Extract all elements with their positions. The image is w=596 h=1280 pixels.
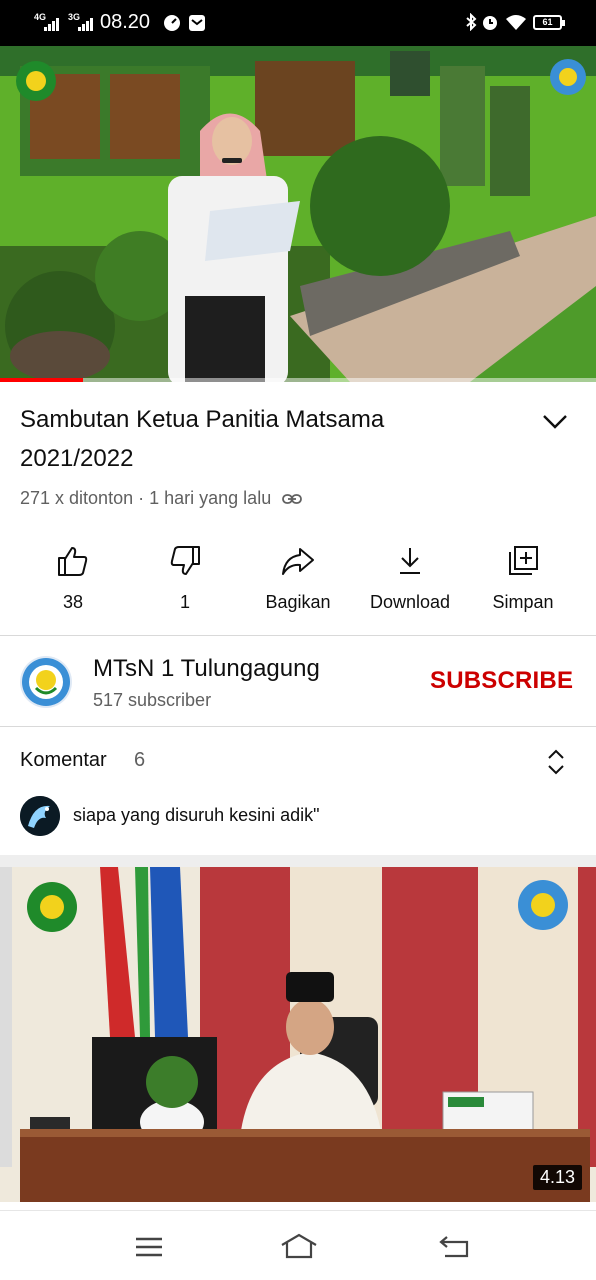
video-duration-badge: 4.13 xyxy=(532,1165,582,1190)
view-count: 271 x ditonton xyxy=(20,488,134,508)
upload-date: 1 hari yang lalu xyxy=(149,488,272,508)
dislike-button[interactable]: 1 xyxy=(130,540,240,620)
dislike-count: 1 xyxy=(179,592,190,612)
video-meta: 271 x ditonton · 1 hari yang lalu xyxy=(20,488,303,509)
divider xyxy=(0,726,596,727)
signal-icon xyxy=(78,18,93,31)
video-progress-bar[interactable] xyxy=(0,378,596,382)
home-icon[interactable] xyxy=(278,1231,320,1261)
status-bar: 4G 3G 08.20 61 xyxy=(0,0,596,46)
system-navigation-bar xyxy=(0,1210,596,1280)
save-button[interactable]: Simpan xyxy=(468,540,578,620)
save-label: Simpan xyxy=(492,592,554,612)
top-comment-text[interactable]: siapa yang disuruh kesini adik" xyxy=(73,805,320,826)
thumbs-down-icon xyxy=(170,546,200,575)
speed-icon xyxy=(164,15,180,31)
thumbs-up-icon xyxy=(58,547,88,576)
subscribe-button[interactable]: SUBSCRIBE xyxy=(430,667,573,695)
back-icon[interactable] xyxy=(437,1231,473,1261)
wifi-icon xyxy=(506,15,526,30)
section-gap xyxy=(0,855,596,867)
video-progress-fill xyxy=(0,378,84,382)
next-video-image xyxy=(0,867,596,1202)
subscriber-count: 517 subscriber xyxy=(93,690,212,710)
video-title[interactable]: Sambutan Ketua Panitia Matsama 2021/2022 xyxy=(20,400,500,478)
share-label: Bagikan xyxy=(265,592,331,612)
like-button[interactable]: 38 xyxy=(18,540,128,620)
signal-icon xyxy=(44,18,59,31)
download-icon xyxy=(400,548,420,574)
share-arrow-icon xyxy=(282,548,314,575)
next-video-thumbnail[interactable]: 4.13 xyxy=(0,867,596,1202)
clock: 08.20 xyxy=(100,11,151,33)
commenter-avatar[interactable] xyxy=(20,796,60,836)
like-count: 38 xyxy=(62,592,84,612)
alarm-icon xyxy=(483,16,497,30)
video-player[interactable] xyxy=(0,46,596,382)
menu-icon[interactable] xyxy=(131,1231,167,1261)
channel-logo xyxy=(22,658,70,706)
comments-count: 6 xyxy=(134,749,146,771)
download-button[interactable]: Download xyxy=(355,540,465,620)
divider xyxy=(0,635,596,636)
unfold-icon[interactable] xyxy=(545,748,567,776)
notification-icon xyxy=(189,15,205,31)
dragon-avatar-image xyxy=(20,796,60,836)
channel-name[interactable]: MTsN 1 Tulungagung xyxy=(93,655,320,683)
link-icon xyxy=(282,494,303,505)
channel-avatar[interactable] xyxy=(20,656,72,708)
chevron-down-icon[interactable] xyxy=(540,410,570,434)
action-row: 38 1 Bagikan Download Simpan xyxy=(0,540,596,620)
download-label: Download xyxy=(369,592,451,612)
bluetooth-icon xyxy=(466,13,477,31)
share-button[interactable]: Bagikan xyxy=(243,540,353,620)
comments-label[interactable]: Komentar xyxy=(20,749,107,772)
add-to-playlist-icon xyxy=(509,546,538,575)
battery-indicator: 61 xyxy=(533,15,565,30)
meta-separator: · xyxy=(138,488,145,508)
video-frame xyxy=(0,46,596,382)
